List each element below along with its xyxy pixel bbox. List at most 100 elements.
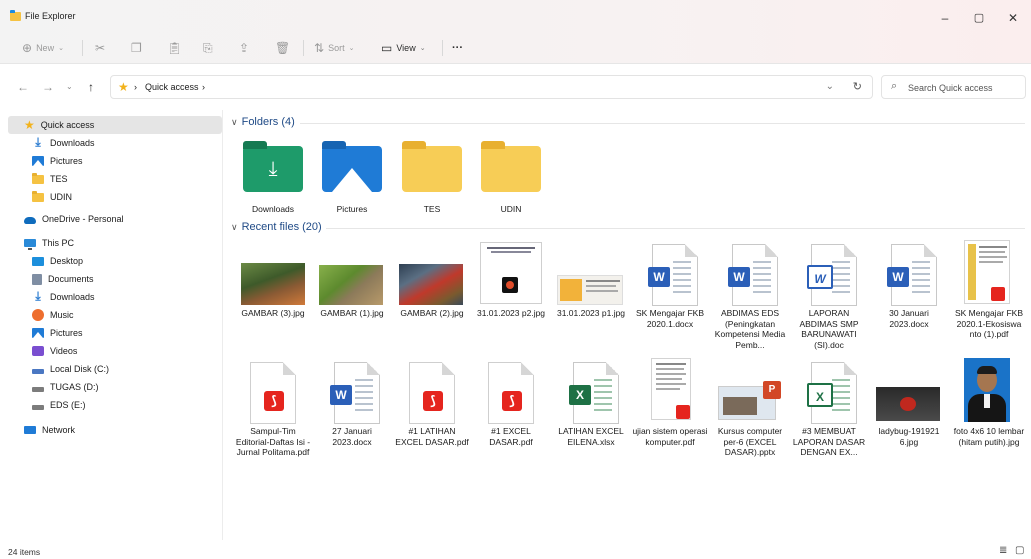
sidebar-item-tes[interactable]: TES xyxy=(8,170,222,188)
file-tile[interactable]: W ABDIMAS EDS (Peningkatan Kompetensi Me… xyxy=(712,240,788,360)
close-button[interactable]: ✕ xyxy=(997,8,1029,28)
tile-label: LATIHAN EXCEL EILENA.xlsx xyxy=(558,426,624,447)
sidebar-item-videos[interactable]: Videos xyxy=(8,342,222,360)
file-tile[interactable]: W 30 Januari 2023.docx xyxy=(871,240,947,360)
address-bar[interactable]: ★ › Quick access › ⌄ ↻ xyxy=(110,75,873,99)
file-tile[interactable]: ⟆ #1 EXCEL DASAR.pdf xyxy=(473,358,549,478)
pdf-thumbnail xyxy=(651,358,691,420)
copy-button[interactable]: ❐ xyxy=(131,40,146,56)
paste-button[interactable]: 📋︎ xyxy=(167,40,186,56)
cloud-icon xyxy=(24,216,36,224)
tile-label: Kursus computer per-6 (EXCEL DASAR).pptx xyxy=(717,426,783,457)
search-input[interactable] xyxy=(908,80,1020,95)
plus-circle-icon: ⊕ xyxy=(22,41,33,55)
file-tile[interactable]: GAMBAR (3).jpg xyxy=(235,240,311,360)
more-options-button[interactable]: ··· xyxy=(452,40,463,56)
file-tile[interactable]: ⟆ Sampul-Tim Editorial-Daftas Isi - Jurn… xyxy=(235,358,311,478)
recent-locations-chevron-icon[interactable]: ⌄ xyxy=(66,82,73,91)
recent-files-section-header[interactable]: ∨ Recent files (20) xyxy=(231,221,322,233)
tile-label: #3 MEMBUAT LAPORAN DASAR DENGAN EX... xyxy=(792,426,866,457)
image-thumbnail xyxy=(557,275,623,305)
view-button[interactable]: ▭ View ⌄ xyxy=(381,40,426,56)
sidebar-item-label: TES xyxy=(50,174,68,184)
sidebar-item-pictures-pc[interactable]: Pictures xyxy=(8,324,222,342)
image-thumbnail xyxy=(399,264,463,305)
window-title: File Explorer xyxy=(25,11,76,21)
details-view-icon[interactable]: ≣ xyxy=(999,545,1007,556)
sidebar-item-music[interactable]: Music xyxy=(8,306,222,324)
file-tile[interactable]: SK Mengajar FKB 2020.1-Ekosiswa nto (1).… xyxy=(951,240,1027,360)
file-tile[interactable]: X LATIHAN EXCEL EILENA.xlsx xyxy=(553,358,629,478)
command-bar: ⊕ New ⌄ ✂ ❐ 📋︎ ⎘ ⇪ 🗑︎ ⇅ Sort ⌄ ▭ View ⌄ … xyxy=(0,30,1031,64)
sidebar-item-pictures[interactable]: Pictures xyxy=(8,152,222,170)
sidebar-item-network[interactable]: Network xyxy=(8,421,222,439)
folder-tile-downloads[interactable]: ⤓ Downloads xyxy=(235,140,311,216)
tile-label: 31.01.2023 p2.jpg xyxy=(476,308,546,318)
delete-button[interactable]: 🗑︎ xyxy=(275,40,294,56)
maximize-button[interactable]: ▢ xyxy=(963,8,995,28)
file-tile[interactable]: 31.01.2023 p1.jpg xyxy=(553,240,629,360)
file-tile[interactable]: P Kursus computer per-6 (EXCEL DASAR).pp… xyxy=(712,358,788,478)
file-tile[interactable]: ujian sistem operasi komputer.pdf xyxy=(632,358,708,478)
desktop-icon xyxy=(32,256,44,266)
cut-button[interactable]: ✂ xyxy=(95,40,109,56)
tile-label: 30 Januari 2023.docx xyxy=(889,308,929,329)
file-tile[interactable]: 31.01.2023 p2.jpg xyxy=(473,240,549,360)
tiles-view-icon[interactable]: ▢ xyxy=(1015,545,1024,556)
tile-label: #1 LATIHAN EXCEL DASAR.pdf xyxy=(395,426,469,447)
sidebar-item-quick-access[interactable]: ★ Quick access xyxy=(8,116,222,134)
folder-tile-udin[interactable]: UDIN xyxy=(473,140,549,216)
title-bar: File Explorer – ▢ ✕ xyxy=(0,0,1031,30)
sidebar-item-documents[interactable]: Documents xyxy=(8,270,222,288)
tile-label: ujian sistem operasi komputer.pdf xyxy=(632,426,708,447)
address-dropdown-icon[interactable]: ⌄ xyxy=(826,81,834,92)
up-arrow-icon[interactable]: ↑ xyxy=(88,80,94,94)
download-icon: ⤓ xyxy=(35,289,41,303)
file-tile[interactable]: W 27 Januari 2023.docx xyxy=(314,358,390,478)
copy-icon: ❐ xyxy=(131,41,142,55)
file-tile[interactable]: ⟆ #1 LATIHAN EXCEL DASAR.pdf xyxy=(394,358,470,478)
forward-arrow-icon[interactable]: → xyxy=(42,80,54,94)
sidebar-item-tugas-d[interactable]: TUGAS (D:) xyxy=(8,378,222,396)
new-button[interactable]: ⊕ New ⌄ xyxy=(22,40,64,56)
sidebar-item-desktop[interactable]: Desktop xyxy=(8,252,222,270)
documents-icon xyxy=(32,273,42,285)
file-tile[interactable]: foto 4x6 10 lembar (hitam putih).jpg xyxy=(951,358,1027,478)
pdf-document-icon: ⟆ xyxy=(488,362,534,424)
breadcrumb-quick-access[interactable]: Quick access xyxy=(145,82,199,92)
sidebar-item-this-pc[interactable]: This PC xyxy=(8,234,222,252)
file-tile[interactable]: X #3 MEMBUAT LAPORAN DASAR DENGAN EX... xyxy=(791,358,867,478)
file-tile[interactable]: GAMBAR (1).jpg xyxy=(314,240,390,360)
rename-button[interactable]: ⎘ xyxy=(203,40,217,56)
download-icon: ⤓ xyxy=(35,135,41,149)
tile-label: 27 Januari 2023.docx xyxy=(332,426,372,447)
folders-section-header[interactable]: ∨ Folders (4) xyxy=(231,116,295,128)
sidebar-item-eds-e[interactable]: EDS (E:) xyxy=(8,396,222,414)
file-tile[interactable]: W SK Mengajar FKB 2020.1.docx xyxy=(632,240,708,360)
sort-button[interactable]: ⇅ Sort ⌄ xyxy=(314,40,354,56)
back-arrow-icon[interactable]: ← xyxy=(17,80,29,94)
pdf-document-icon: ⟆ xyxy=(250,362,296,424)
sidebar-item-label: Pictures xyxy=(50,328,83,338)
word-document-icon: W xyxy=(648,244,698,306)
search-box[interactable]: ⌕ xyxy=(881,75,1026,99)
breadcrumb-separator-icon[interactable]: › xyxy=(202,82,205,92)
folder-tile-tes[interactable]: TES xyxy=(394,140,470,216)
pictures-folder-icon xyxy=(322,141,382,192)
folder-tile-pictures[interactable]: Pictures xyxy=(314,140,390,216)
sidebar-item-local-disk-c[interactable]: Local Disk (C:) xyxy=(8,360,222,378)
minimize-button[interactable]: – xyxy=(929,8,961,28)
divider xyxy=(303,40,304,56)
sidebar-item-onedrive[interactable]: OneDrive - Personal xyxy=(8,210,222,228)
file-tile[interactable]: ladybug-191921 6.jpg xyxy=(871,358,947,478)
file-tile[interactable]: W LAPORAN ABDIMAS SMP BARUNAWATI (SI).do… xyxy=(791,240,867,360)
word-document-icon: W xyxy=(330,362,380,424)
sidebar-item-downloads-pc[interactable]: ⤓ Downloads xyxy=(8,288,222,306)
sidebar-item-udin[interactable]: UDIN xyxy=(8,188,222,206)
share-button[interactable]: ⇪ xyxy=(239,40,253,56)
folder-icon xyxy=(481,141,541,192)
refresh-icon[interactable]: ↻ xyxy=(853,80,862,93)
file-tile[interactable]: GAMBAR (2).jpg xyxy=(394,240,470,360)
sidebar-item-downloads[interactable]: ⤓ Downloads xyxy=(8,134,222,152)
address-row: ← → ⌄ ↑ ★ › Quick access › ⌄ ↻ ⌕ xyxy=(0,71,1031,103)
